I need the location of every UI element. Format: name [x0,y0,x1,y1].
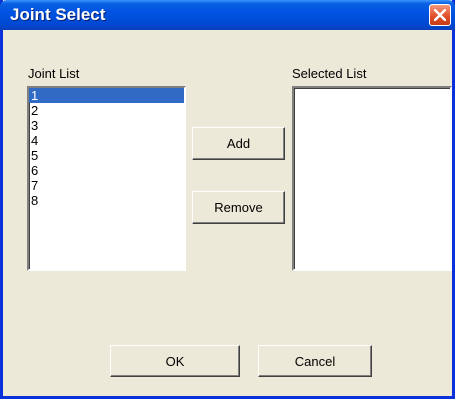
selected-list-label: Selected List [292,66,367,81]
list-item[interactable]: 2 [29,103,184,118]
close-icon [434,9,446,21]
selected-listbox[interactable] [292,86,452,271]
window-title: Joint Select [10,5,106,24]
close-button[interactable] [429,4,451,26]
list-item[interactable]: 7 [29,178,184,193]
list-item[interactable]: 5 [29,148,184,163]
ok-button[interactable]: OK [110,345,240,377]
add-button[interactable]: Add [192,127,285,160]
list-item[interactable]: 4 [29,133,184,148]
joint-list-label: Joint List [28,66,80,81]
list-item[interactable]: 1 [29,88,184,103]
joint-listbox[interactable]: 12345678 [27,86,186,271]
list-item[interactable]: 8 [29,193,184,208]
list-item[interactable]: 6 [29,163,184,178]
remove-button[interactable]: Remove [192,191,285,224]
list-item[interactable]: 3 [29,118,184,133]
cancel-button[interactable]: Cancel [258,345,372,377]
joint-select-dialog: Joint Select Joint List 12345678 Selecte… [0,0,455,399]
title-bar[interactable]: Joint Select [0,0,455,30]
